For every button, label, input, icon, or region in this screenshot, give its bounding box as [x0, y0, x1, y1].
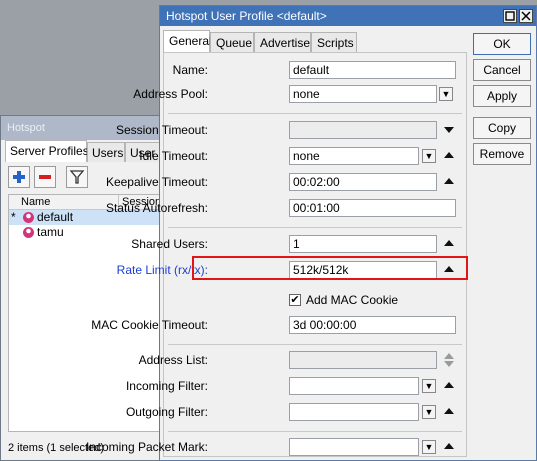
dialog-title: Hotspot User Profile <default>: [160, 6, 536, 26]
collapse-up-icon[interactable]: [444, 152, 454, 158]
user-profile-icon: [23, 212, 34, 223]
user-profile-dialog: Hotspot User Profile <default> General Q…: [86, 5, 537, 461]
address-pool-label: Address Pool:: [133, 87, 208, 101]
keepalive-timeout-field[interactable]: 00:02:00: [289, 173, 437, 191]
idle-timeout-label: Idle Timeout:: [139, 149, 208, 163]
close-button[interactable]: [519, 9, 533, 23]
idle-timeout-field[interactable]: none: [289, 147, 419, 165]
dropdown-icon[interactable]: ▼: [422, 405, 436, 419]
expand-down-icon[interactable]: [444, 127, 454, 133]
copy-button[interactable]: Copy: [473, 117, 531, 139]
tab-server-profiles[interactable]: Server Profiles: [5, 140, 89, 162]
filter-icon: [69, 170, 85, 184]
shared-users-label: Shared Users:: [131, 237, 208, 251]
default-marker: *: [11, 210, 16, 224]
mac-cookie-timeout-field[interactable]: 3d 00:00:00: [289, 316, 456, 334]
collapse-up-icon[interactable]: [444, 240, 454, 246]
incoming-packet-mark-label: Incoming Packet Mark:: [85, 440, 208, 454]
collapse-up-icon[interactable]: [444, 382, 454, 388]
status-autorefresh-label: Status Autorefresh:: [105, 201, 208, 215]
column-header-name[interactable]: Name: [9, 195, 119, 210]
restore-icon: [505, 11, 515, 21]
address-pool-select[interactable]: none: [289, 85, 437, 103]
rate-limit-highlight: [192, 256, 468, 280]
tab-users[interactable]: Users: [87, 142, 125, 162]
session-timeout-label: Session Timeout:: [115, 123, 208, 137]
profile-name: default: [37, 210, 74, 224]
remove-button[interactable]: [34, 166, 56, 188]
user-profile-icon: [23, 227, 34, 238]
add-mac-cookie-checkbox[interactable]: ✔: [289, 294, 301, 306]
session-timeout-field[interactable]: [289, 121, 437, 139]
dropdown-icon[interactable]: ▼: [422, 149, 436, 163]
cancel-button[interactable]: Cancel: [473, 59, 531, 81]
tab-advertise[interactable]: Advertise: [254, 32, 311, 52]
name-field[interactable]: default: [289, 61, 456, 79]
profiles-table: Name Session * default tamu: [8, 194, 172, 432]
name-label: Name:: [172, 63, 208, 77]
filter-button[interactable]: [66, 166, 88, 188]
keepalive-timeout-label: Keepalive Timeout:: [105, 175, 208, 189]
add-mac-cookie-label: Add MAC Cookie: [306, 293, 399, 307]
collapse-up-icon[interactable]: [444, 408, 454, 414]
tab-queue[interactable]: Queue: [210, 32, 254, 52]
address-list-field[interactable]: [289, 351, 437, 369]
outgoing-filter-select[interactable]: [289, 403, 419, 421]
close-icon: [521, 11, 531, 21]
minus-icon: [39, 175, 51, 179]
collapse-up-icon: [444, 353, 454, 359]
dropdown-icon[interactable]: ▼: [439, 87, 453, 101]
add-button[interactable]: [8, 166, 30, 188]
incoming-filter-select[interactable]: [289, 377, 419, 395]
profile-name: tamu: [37, 225, 64, 239]
tab-general[interactable]: General: [163, 30, 212, 52]
plus-icon: [13, 171, 25, 183]
status-autorefresh-field[interactable]: 00:01:00: [289, 199, 456, 217]
apply-button[interactable]: Apply: [473, 85, 531, 107]
collapse-up-icon[interactable]: [444, 443, 454, 449]
restore-button[interactable]: [503, 9, 517, 23]
outgoing-filter-label: Outgoing Filter:: [125, 405, 208, 419]
shared-users-field[interactable]: 1: [289, 235, 437, 253]
mac-cookie-timeout-label: MAC Cookie Timeout:: [91, 318, 208, 332]
dropdown-icon[interactable]: ▼: [422, 440, 436, 454]
ok-button[interactable]: OK: [473, 33, 531, 55]
remove-profile-button[interactable]: Remove: [473, 143, 531, 165]
address-list-label: Address List:: [138, 353, 208, 367]
incoming-packet-mark-select[interactable]: [289, 438, 419, 456]
expand-down-icon: [444, 361, 454, 367]
collapse-up-icon[interactable]: [444, 178, 454, 184]
tab-scripts[interactable]: Scripts: [311, 32, 357, 52]
dropdown-icon[interactable]: ▼: [422, 379, 436, 393]
general-panel: Name: default Address Pool: none ▼ Sessi…: [86, 52, 468, 457]
incoming-filter-label: Incoming Filter:: [125, 379, 208, 393]
